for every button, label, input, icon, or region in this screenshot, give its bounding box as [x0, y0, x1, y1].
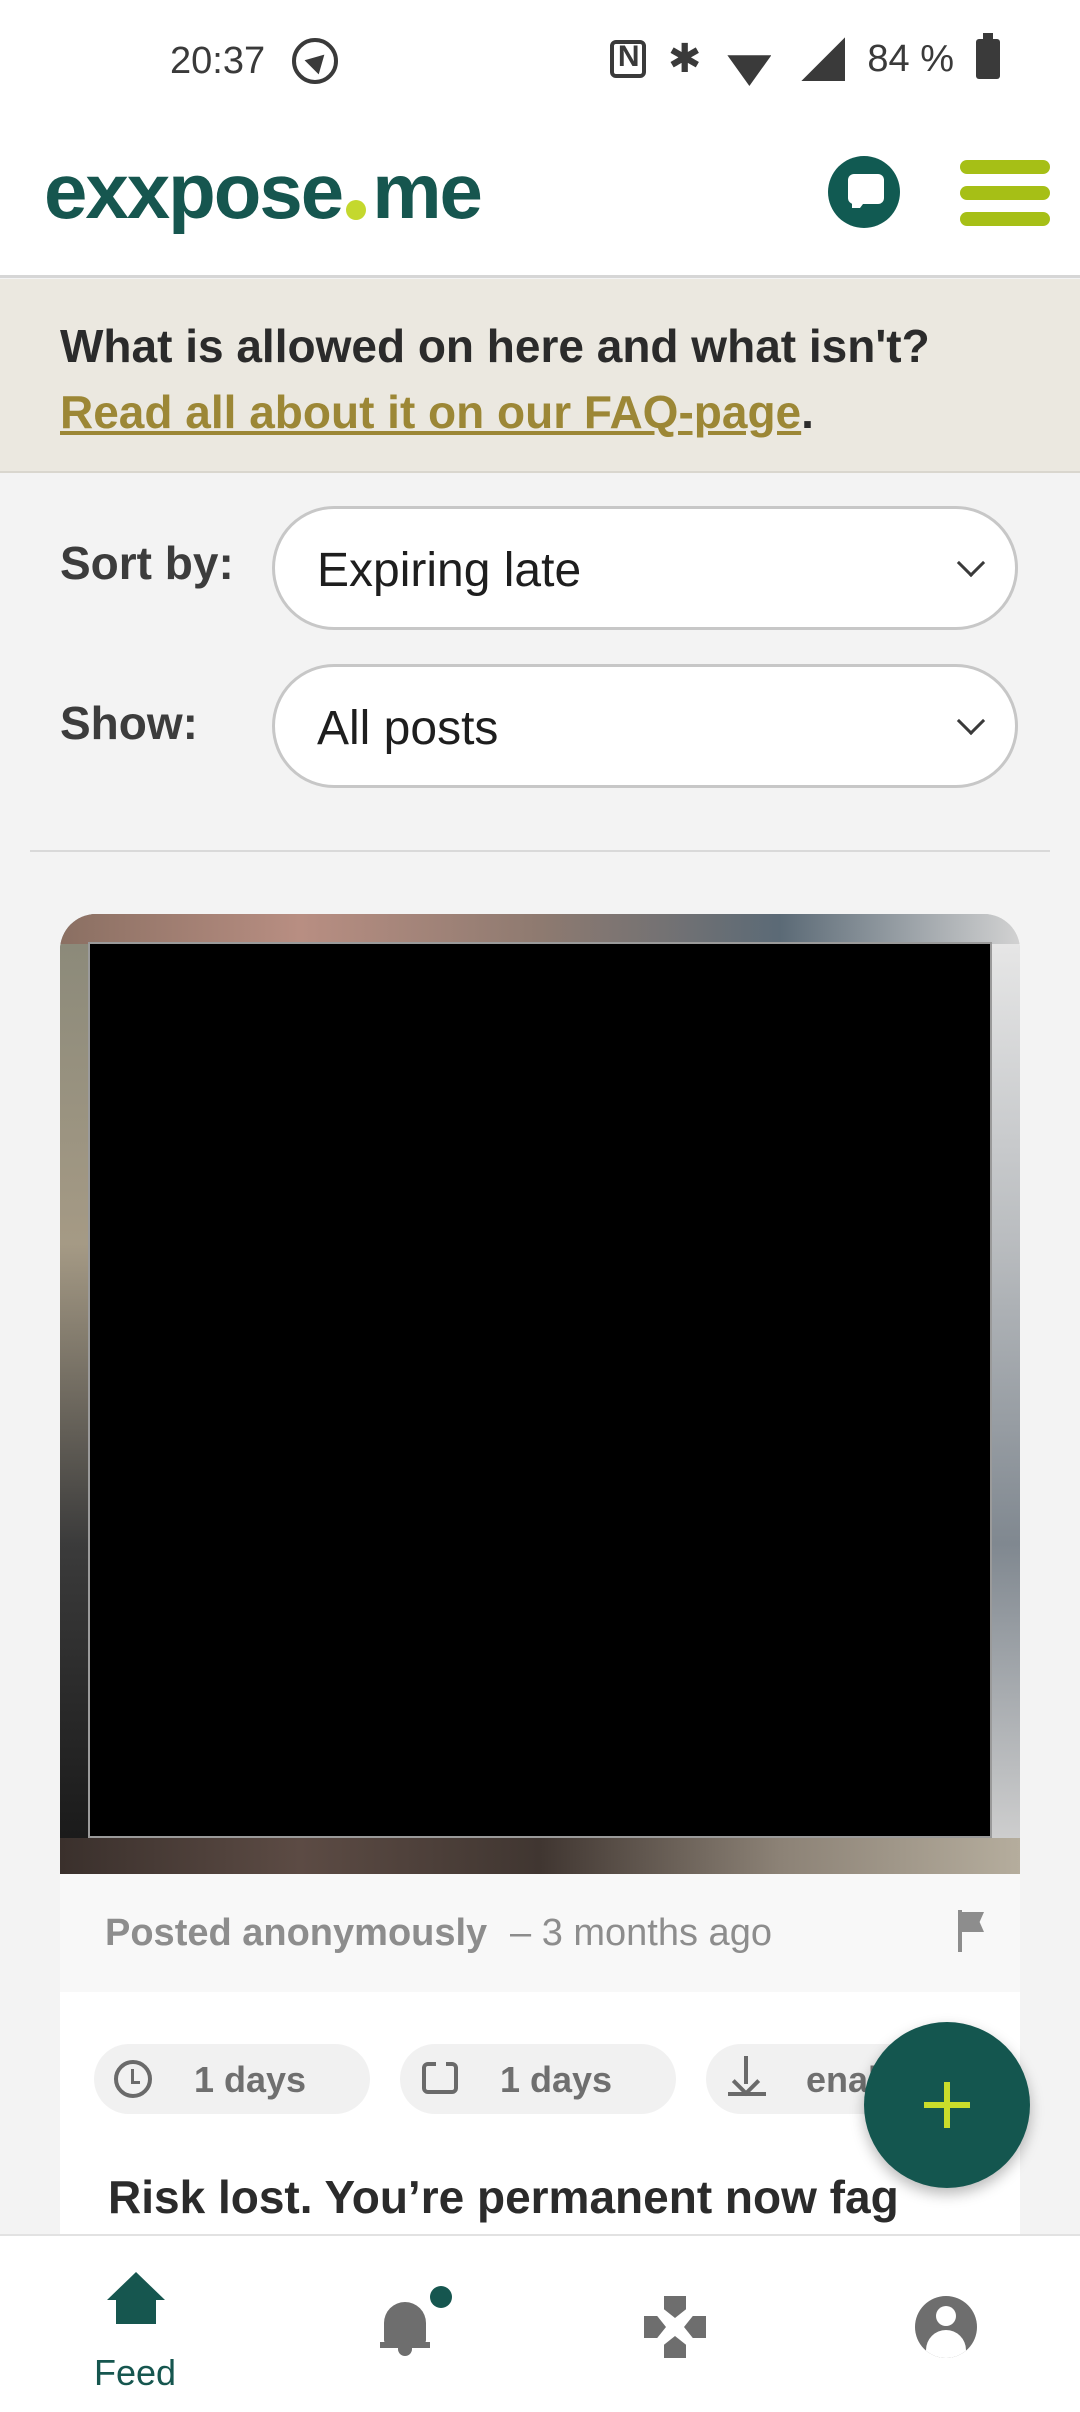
- divider: [30, 850, 1050, 852]
- status-icons: ✱ 84 %: [609, 33, 1000, 82]
- bottom-nav: Feed: [0, 2234, 1080, 2412]
- notification-dot: [430, 2286, 452, 2308]
- sort-select[interactable]: Expiring late: [272, 506, 1018, 630]
- nav-item-feed[interactable]: Feed: [0, 2236, 270, 2412]
- account-icon: [915, 2296, 977, 2358]
- chat-button[interactable]: [826, 156, 944, 240]
- faq-notice: What is allowed on here and what isn't? …: [0, 279, 1080, 473]
- nav-arrow-icon: [292, 38, 338, 84]
- gamepad-icon: [644, 2296, 706, 2358]
- censored-overlay: [88, 942, 992, 1838]
- post-title: Risk lost. You’re permanent now fag: [108, 2171, 899, 2223]
- plus-icon: [924, 2082, 970, 2128]
- sort-label: Sort by:: [60, 537, 234, 589]
- home-icon: [107, 2272, 165, 2326]
- chip-label: 1 days: [194, 2059, 307, 2100]
- post-image[interactable]: [60, 914, 1020, 1874]
- nav-item-games[interactable]: [540, 2236, 810, 2412]
- notice-text: What is allowed on here and what isn't?: [60, 320, 930, 372]
- add-post-button[interactable]: [864, 2022, 1030, 2188]
- nav-label-feed: Feed: [93, 2352, 177, 2393]
- status-time: 20:37: [170, 40, 266, 82]
- flag-icon[interactable]: [956, 1910, 986, 1952]
- sort-select-value: Expiring late: [317, 544, 582, 597]
- nav-item-notifications[interactable]: [270, 2236, 540, 2412]
- show-select-value: All posts: [317, 702, 499, 755]
- hamburger-menu-icon[interactable]: [960, 156, 1052, 228]
- status-bar: 20:37 ✱ 84 %: [0, 0, 1080, 126]
- battery-icon: [976, 33, 1000, 79]
- show-select[interactable]: All posts: [272, 664, 1018, 788]
- post-author: Posted anonymously: [105, 1912, 488, 1954]
- show-label: Show:: [60, 697, 198, 749]
- clock-icon: [114, 2060, 152, 2098]
- chip-label: 1 days: [500, 2059, 613, 2100]
- wifi-icon: [723, 38, 779, 80]
- chat-icon: [828, 156, 900, 228]
- repeat-icon: [422, 2058, 458, 2094]
- chevron-down-icon: [956, 706, 986, 736]
- bell-icon: [380, 2298, 430, 2356]
- chevron-down-icon: [956, 548, 986, 578]
- repeat-chip[interactable]: 1 days: [400, 2044, 676, 2114]
- signal-icon: [801, 37, 846, 81]
- faq-link[interactable]: Read all about it on our FAQ-page: [60, 386, 801, 438]
- nav-item-account[interactable]: [810, 2236, 1080, 2412]
- post-time: – 3 months ago: [510, 1912, 772, 1954]
- notice-period: .: [801, 386, 814, 438]
- logo[interactable]: exxpose me: [44, 146, 483, 237]
- logo-dot: [346, 200, 367, 220]
- expiry-chip[interactable]: 1 days: [94, 2044, 370, 2114]
- logo-text-suffix: me: [372, 147, 483, 235]
- post-card[interactable]: Posted anonymously – 3 months ago 1 days…: [60, 914, 1020, 2234]
- app-header: exxpose me: [0, 126, 1080, 278]
- nfc-icon: [609, 40, 646, 78]
- post-meta: Posted anonymously – 3 months ago: [60, 1874, 1020, 1992]
- download-icon: [728, 2056, 766, 2100]
- bluetooth-icon: ✱: [667, 37, 702, 81]
- logo-text: exxpose: [44, 147, 344, 235]
- battery-percent: 84 %: [867, 37, 954, 80]
